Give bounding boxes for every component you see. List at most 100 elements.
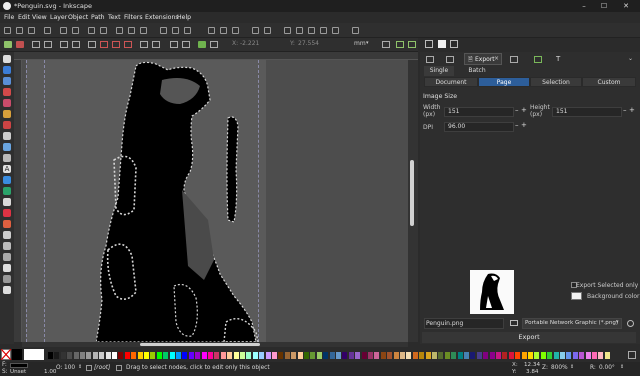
- rotate-field[interactable]: 0.00°: [599, 365, 615, 371]
- palette-swatch[interactable]: [240, 352, 245, 359]
- palette-swatch[interactable]: [508, 352, 514, 359]
- palette-swatch[interactable]: [451, 352, 457, 359]
- selector-tool-icon[interactable]: [3, 55, 11, 63]
- palette-swatch[interactable]: [220, 352, 226, 359]
- palette-swatch[interactable]: [470, 352, 476, 359]
- dpi-decrement-button[interactable]: –: [515, 121, 519, 129]
- lpe-tool-icon[interactable]: [3, 286, 11, 294]
- single-file-tab[interactable]: Single File: [424, 66, 454, 84]
- palette-swatch[interactable]: [444, 352, 450, 359]
- palette-swatch[interactable]: [515, 352, 521, 359]
- palette-swatch[interactable]: [323, 352, 329, 359]
- next-path-effect-icon[interactable]: [396, 41, 404, 48]
- penguin-drawing[interactable]: [96, 60, 266, 342]
- palette-swatch[interactable]: [400, 352, 405, 359]
- spray-tool-icon[interactable]: [3, 231, 11, 239]
- fill-indicator[interactable]: [10, 363, 28, 368]
- horizontal-scroll-thumb[interactable]: [140, 343, 260, 346]
- zoom-field[interactable]: 800%: [551, 365, 568, 371]
- palette-swatch[interactable]: [188, 352, 194, 359]
- menu-help[interactable]: Help: [177, 14, 191, 21]
- cusp-node-icon[interactable]: [88, 41, 96, 48]
- palette-swatch[interactable]: [316, 352, 322, 359]
- palette-swatch[interactable]: [252, 352, 258, 359]
- palette-swatch[interactable]: [406, 352, 412, 359]
- palette-swatch[interactable]: [598, 352, 604, 359]
- palette-swatch[interactable]: [272, 352, 277, 359]
- delete-segment-icon[interactable]: [72, 41, 80, 48]
- height-increment-button[interactable]: +: [629, 106, 635, 114]
- palette-swatch[interactable]: [291, 352, 297, 359]
- opacity-field[interactable]: 100: [64, 365, 75, 371]
- export-icon[interactable]: [72, 27, 79, 34]
- vertical-scroll-thumb[interactable]: [410, 160, 414, 226]
- palette-swatch[interactable]: [284, 352, 290, 359]
- palette-swatch[interactable]: [80, 352, 85, 359]
- connector-tool-icon[interactable]: [3, 242, 11, 250]
- pages-tool-icon[interactable]: [3, 275, 11, 283]
- palette-swatch[interactable]: [387, 352, 393, 359]
- spiral-tool-icon[interactable]: [3, 121, 11, 129]
- palette-swatch[interactable]: [457, 352, 463, 359]
- menu-text[interactable]: Text: [108, 14, 121, 21]
- palette-swatch[interactable]: [566, 352, 572, 359]
- palette-swatch[interactable]: [412, 352, 418, 359]
- palette-swatch[interactable]: [156, 352, 162, 359]
- width-field[interactable]: 151: [444, 107, 514, 117]
- palette-swatch[interactable]: [259, 352, 265, 359]
- unlink-clone-icon[interactable]: [232, 27, 239, 34]
- segment-line-icon[interactable]: [140, 41, 148, 48]
- zoom-page-icon[interactable]: [184, 27, 191, 34]
- palette-swatch[interactable]: [604, 352, 610, 359]
- transform-handles-icon[interactable]: [210, 41, 218, 48]
- align-icon[interactable]: [332, 27, 339, 34]
- opacity-spin-icon[interactable]: ⇕: [78, 364, 82, 370]
- palette-swatch[interactable]: [393, 352, 399, 359]
- group-icon[interactable]: [252, 27, 259, 34]
- palette-swatch[interactable]: [67, 352, 73, 359]
- palette-swatch[interactable]: [144, 352, 149, 359]
- dpi-field[interactable]: 96.00: [444, 122, 514, 132]
- palette-swatch[interactable]: [297, 352, 303, 359]
- palette-swatch[interactable]: [163, 352, 169, 359]
- object-to-path-icon[interactable]: [170, 41, 178, 48]
- paint-bucket-tool-icon[interactable]: [3, 209, 11, 217]
- close-button[interactable]: ✕: [620, 1, 632, 11]
- x-coordinate-field[interactable]: -2.221: [240, 40, 259, 47]
- join-segment-icon[interactable]: [60, 41, 68, 48]
- palette-swatch[interactable]: [246, 352, 252, 359]
- palette-swatch[interactable]: [572, 352, 578, 359]
- dock-tab-text-icon[interactable]: T: [556, 55, 560, 63]
- width-decrement-button[interactable]: –: [515, 106, 519, 114]
- palette-swatch[interactable]: [585, 352, 591, 359]
- palette-swatch[interactable]: [547, 352, 553, 359]
- rectangle-tool-icon[interactable]: [3, 88, 11, 96]
- palette-swatch[interactable]: [169, 352, 175, 359]
- menu-view[interactable]: View: [32, 14, 47, 21]
- menu-object[interactable]: Object: [68, 14, 88, 21]
- zoom-spin-icon[interactable]: ⇕: [570, 364, 574, 370]
- import-icon[interactable]: [60, 27, 67, 34]
- smooth-node-icon[interactable]: [100, 41, 108, 48]
- height-field[interactable]: 151: [552, 107, 622, 117]
- palette-swatch[interactable]: [124, 352, 130, 359]
- show-clip-icon[interactable]: [408, 41, 416, 48]
- palette-swatch[interactable]: [227, 352, 233, 359]
- layers-icon[interactable]: [308, 27, 315, 34]
- palette-swatch[interactable]: [150, 352, 156, 359]
- palette-swatch[interactable]: [99, 352, 105, 359]
- palette-swatch[interactable]: [528, 352, 533, 359]
- area-custom-button[interactable]: Custom: [582, 77, 636, 87]
- dropper-tool-icon[interactable]: [3, 198, 11, 206]
- palette-swatch[interactable]: [496, 352, 501, 359]
- palette-swatch[interactable]: [336, 352, 341, 359]
- show-outline-icon[interactable]: [382, 41, 390, 48]
- dock-tab-document-icon[interactable]: [426, 56, 434, 63]
- xml-editor-icon[interactable]: [320, 27, 327, 34]
- segment-curve-icon[interactable]: [152, 41, 160, 48]
- palette-swatch[interactable]: [579, 352, 585, 359]
- menu-extensions[interactable]: Extensions: [145, 14, 179, 21]
- palette-swatch[interactable]: [432, 352, 437, 359]
- preferences-icon[interactable]: [352, 27, 359, 34]
- ellipse-tool-icon[interactable]: [3, 99, 11, 107]
